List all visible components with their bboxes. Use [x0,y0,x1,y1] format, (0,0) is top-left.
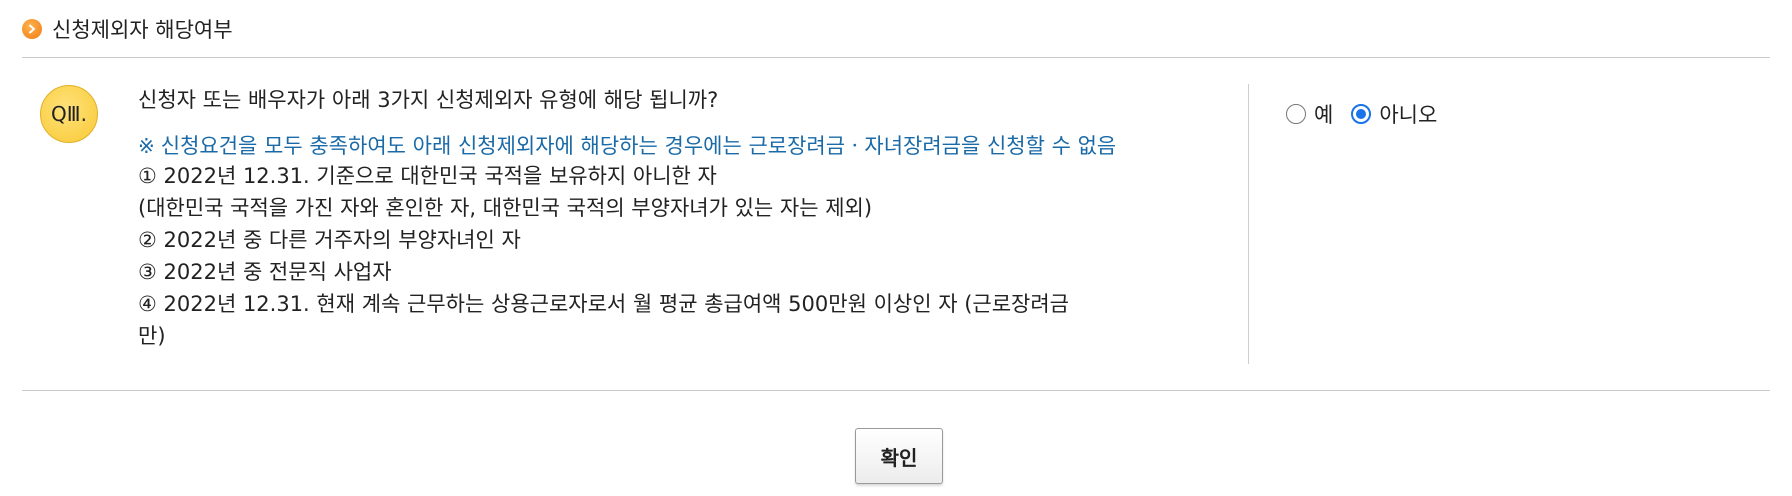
bottom-divider [22,390,1770,391]
question-number-badge: QⅢ. [40,85,98,143]
radio-no[interactable] [1351,104,1372,124]
exclusion-item: ④ 2022년 12.31. 현재 계속 근무하는 상용근로자로서 월 평균 총… [138,292,1069,316]
radio-no-label[interactable]: 아니오 [1379,99,1437,129]
exclusion-item-note: (대한민국 국적을 가진 자와 혼인한 자, 대한민국 국적의 부양자녀가 있는… [138,196,873,220]
answer-options: 예 아니오 [1286,99,1455,129]
section-header: 신청제외자 해당여부 [22,14,233,44]
question-content: 신청자 또는 배우자가 아래 3가지 신청제외자 유형에 해당 됩니까? ※ 신… [138,84,1238,352]
notice-text: 신청요건을 모두 충족하여도 아래 신청제외자에 해당하는 경우에는 근로장려금… [160,134,1117,158]
chevron-right-icon [22,19,42,39]
confirm-button[interactable]: 확인 [855,428,943,484]
exclusion-item: ③ 2022년 중 전문직 사업자 [138,260,392,284]
radio-selected-dot [1356,109,1367,119]
question-text: 신청자 또는 배우자가 아래 3가지 신청제외자 유형에 해당 됩니까? [138,88,719,112]
exclusion-item: ② 2022년 중 다른 거주자의 부양자녀인 자 [138,228,521,252]
notice: ※ 신청요건을 모두 충족하여도 아래 신청제외자에 해당하는 경우에는 근로장… [138,130,1238,162]
exclusion-item-continued: 만) [138,324,166,348]
radio-yes[interactable] [1286,104,1306,124]
vertical-divider [1248,84,1249,364]
top-divider [22,57,1770,58]
radio-yes-label[interactable]: 예 [1314,99,1333,129]
reference-mark-icon: ※ [138,134,155,158]
exclusion-item: ① 2022년 12.31. 기준으로 대한민국 국적을 보유하지 아니한 자 [138,164,717,188]
section-title: 신청제외자 해당여부 [52,18,233,42]
